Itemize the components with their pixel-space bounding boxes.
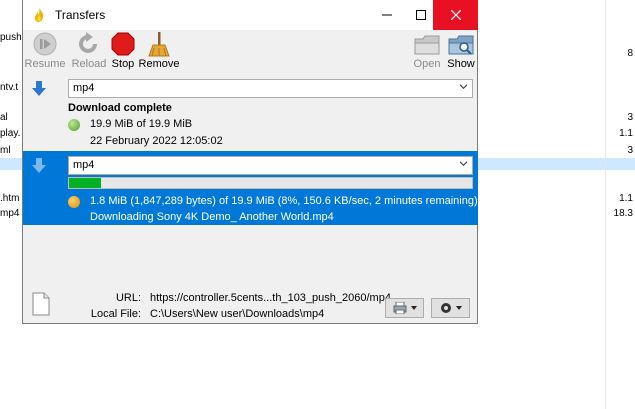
- bg-text: 1.1: [619, 193, 633, 204]
- chevron-down-icon: [410, 306, 417, 310]
- bg-text: ntv.t: [0, 82, 19, 93]
- transfer-name: mp4: [73, 82, 95, 94]
- downloading-status-icon: [68, 196, 80, 208]
- minimize-button[interactable]: [364, 0, 409, 30]
- bg-text: 18.3: [613, 208, 633, 219]
- bg-text: 8: [627, 48, 633, 59]
- remove-button[interactable]: Remove: [137, 31, 181, 71]
- open-folder-icon: [414, 35, 440, 55]
- status-title: Download complete: [68, 102, 172, 114]
- resume-button[interactable]: Resume: [23, 31, 67, 71]
- bg-text: .htm: [0, 193, 20, 204]
- tixati-flame-icon: [34, 8, 44, 22]
- download-progress-bar: [68, 177, 473, 189]
- bg-text: 3: [627, 112, 633, 123]
- minimize-icon: [381, 14, 392, 16]
- show-label: Show: [447, 58, 475, 70]
- bg-column-divider: [605, 0, 606, 409]
- show-button[interactable]: Show: [439, 31, 483, 71]
- transfer-date: 22 February 2022 12:05:02: [90, 135, 223, 147]
- window-title: Transfers: [55, 8, 106, 22]
- resume-label: Resume: [24, 58, 66, 70]
- remove-label: Remove: [138, 58, 180, 70]
- file-icon: [32, 292, 50, 316]
- downloading-file-text: Downloading Sony 4K Demo_ Another World.…: [90, 211, 334, 223]
- transfer-size: 19.9 MiB of 19.9 MiB: [90, 118, 193, 130]
- complete-status-icon: [68, 119, 80, 131]
- bg-text: al: [0, 112, 8, 123]
- reload-icon: [79, 32, 97, 53]
- chevron-down-icon: [460, 84, 467, 89]
- bg-text: 3: [627, 145, 633, 156]
- bg-text: ml: [0, 145, 11, 156]
- bg-text: play.: [0, 128, 21, 139]
- url-value: https://controller.5cents...th_103_push_…: [150, 292, 391, 304]
- transfer-name: mp4: [73, 159, 95, 171]
- progress-fill: [69, 178, 102, 188]
- maximize-button[interactable]: [409, 0, 433, 30]
- transfer-name-dropdown[interactable]: mp4: [68, 156, 473, 175]
- broom-icon: [148, 32, 170, 57]
- bg-selection-strip: [0, 158, 22, 170]
- stop-icon: [111, 32, 135, 56]
- show-folder-icon: [448, 35, 474, 55]
- transfers-window: Transfers Resume Reload Stop Remove Open…: [22, 0, 478, 324]
- url-label: URL:: [115, 292, 141, 304]
- bg-selection-strip: [478, 158, 635, 170]
- maximize-icon: [416, 10, 426, 20]
- title-bar[interactable]: Transfers: [23, 0, 478, 30]
- download-arrow-icon: [32, 158, 46, 173]
- download-arrow-icon: [32, 81, 46, 96]
- bg-text: mp4: [0, 208, 20, 219]
- resume-icon: [33, 32, 57, 56]
- gear-icon: [440, 303, 451, 313]
- options-dropdown-button[interactable]: [431, 298, 470, 318]
- transfer-name-dropdown[interactable]: mp4: [68, 79, 473, 98]
- close-icon: [450, 10, 461, 20]
- properties-dropdown-button[interactable]: [385, 298, 424, 318]
- bg-text: push: [0, 32, 22, 43]
- bg-text: 1.1: [619, 128, 633, 139]
- close-button[interactable]: [433, 0, 478, 30]
- background-app-right: 8 3 1.1 3 1.1 18.3: [478, 0, 635, 409]
- chevron-down-icon: [460, 161, 467, 166]
- local-file-value: C:\Users\New user\Downloads\mp4: [150, 308, 325, 320]
- printer-icon: [393, 302, 406, 314]
- local-file-label: Local File:: [90, 308, 141, 320]
- chevron-down-icon: [455, 306, 462, 310]
- transfer-progress-text: 1.8 MiB (1,847,289 bytes) of 19.9 MiB (8…: [90, 195, 478, 207]
- background-app-left: push ntv.t al play. ml .htm mp4: [0, 0, 22, 409]
